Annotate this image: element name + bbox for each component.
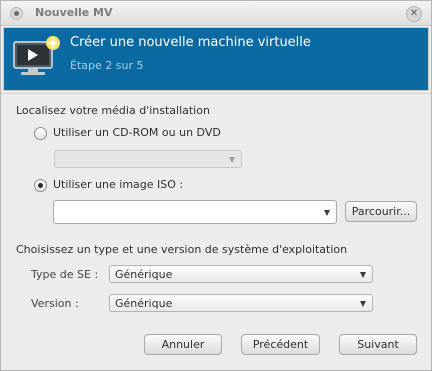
cdrom-radio[interactable] [34,127,47,140]
window-title: Nouvelle MV [35,6,113,19]
close-icon[interactable]: ✕ [406,6,422,22]
iso-radio[interactable] [34,179,47,192]
wizard-step-indicator: Étape 2 sur 5 [70,59,144,72]
os-type-select[interactable]: Générique [109,265,373,283]
window-menu-icon[interactable] [10,7,23,20]
media-section-label: Localisez votre média d'installation [16,104,210,117]
chevron-down-icon [229,157,235,163]
back-button[interactable]: Précédent [241,334,320,355]
header-banner: Créer une nouvelle machine virtuelle Éta… [3,27,429,91]
chevron-down-icon[interactable] [324,210,330,216]
new-vm-dialog: Nouvelle MV ✕ Créer une nouvelle machine… [0,0,432,371]
os-version-select[interactable]: Générique [109,294,373,312]
os-type-label: Type de SE : [31,268,99,281]
os-version-value: Générique [115,297,173,310]
chevron-down-icon [360,301,366,307]
virtual-machine-icon [13,36,60,75]
os-type-value: Générique [115,268,173,281]
iso-option-label[interactable]: Utiliser une image ISO : [53,178,183,191]
cdrom-option-label[interactable]: Utiliser un CD-ROM ou un DVD [53,126,221,139]
wizard-title: Créer une nouvelle machine virtuelle [70,35,311,50]
os-version-label: Version : [31,297,79,310]
cancel-button[interactable]: Annuler [144,334,222,355]
browse-button[interactable]: Parcourir... [345,201,417,222]
os-section-label: Choisissez un type et une version de sys… [16,243,348,256]
chevron-down-icon [360,272,366,278]
iso-path-combo[interactable] [53,200,337,224]
title-bar: Nouvelle MV ✕ [1,1,431,26]
cdrom-device-select[interactable] [54,150,242,168]
next-button[interactable]: Suivant [339,334,417,355]
separator [1,93,431,94]
